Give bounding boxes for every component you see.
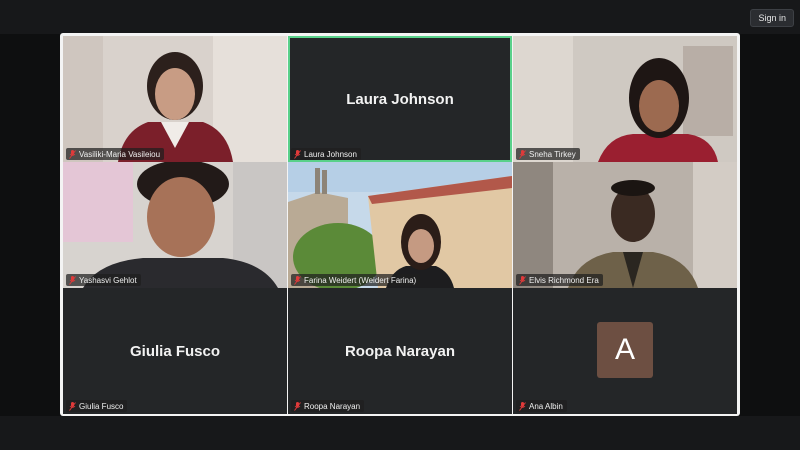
participant-name-display: Laura Johnson xyxy=(346,90,454,108)
participant-label: Laura Johnson xyxy=(291,148,361,160)
muted-mic-icon xyxy=(519,401,526,411)
participant-tile-elvis[interactable]: Elvis Richmond Era xyxy=(513,162,737,288)
participant-tile-farina[interactable]: Farina Weidert (Weidert Farina) xyxy=(288,162,512,288)
participant-label: Yashasvi Gehlot xyxy=(66,274,141,286)
participant-label: Elvis Richmond Era xyxy=(516,274,603,286)
participant-name-display: Giulia Fusco xyxy=(129,342,220,360)
participant-tile-sneha[interactable]: Sneha Tirkey xyxy=(513,36,737,162)
muted-mic-icon xyxy=(519,275,526,285)
muted-mic-icon xyxy=(294,149,301,159)
top-bar: Sign in xyxy=(0,0,800,34)
participant-label: Giulia Fusco xyxy=(66,400,128,412)
muted-mic-icon xyxy=(69,149,76,159)
participant-name: Sneha Tirkey xyxy=(529,149,576,159)
participant-video xyxy=(288,162,512,288)
muted-mic-icon xyxy=(69,401,76,411)
muted-mic-icon xyxy=(519,149,526,159)
participant-name: Roopa Narayan xyxy=(304,401,361,411)
participant-tile-laura[interactable]: Laura Johnson Laura Johnson xyxy=(288,36,512,162)
muted-mic-icon xyxy=(294,401,301,411)
participant-video xyxy=(63,36,287,162)
participant-tile-giulia[interactable]: Giulia Fusco Giulia Fusco xyxy=(63,288,287,414)
participant-name: Laura Johnson xyxy=(304,149,357,159)
muted-mic-icon xyxy=(69,275,76,285)
participant-tile-roopa[interactable]: Roopa Narayan Roopa Narayan xyxy=(288,288,512,414)
avatar: A xyxy=(597,322,653,378)
participant-video xyxy=(63,162,287,288)
participant-name-display: Roopa Narayan xyxy=(344,342,456,360)
participant-tile-vasiliki[interactable]: Vasiliki-Maria Vasileiou xyxy=(63,36,287,162)
participant-video xyxy=(513,36,737,162)
participant-name: Elvis Richmond Era xyxy=(529,275,599,285)
sign-in-button[interactable]: Sign in xyxy=(750,9,794,27)
participant-video xyxy=(513,162,737,288)
video-gallery: Vasiliki-Maria Vasileiou Laura Johnson L… xyxy=(60,33,740,416)
participant-name: Vasiliki-Maria Vasileiou xyxy=(79,149,161,159)
participant-name: Yashasvi Gehlot xyxy=(79,275,137,285)
muted-mic-icon xyxy=(294,275,301,285)
participant-name: Giulia Fusco xyxy=(79,401,124,411)
participant-label: Roopa Narayan xyxy=(291,400,365,412)
bottom-bar xyxy=(0,416,800,450)
participant-name: Farina Weidert (Weidert Farina) xyxy=(304,275,417,285)
participant-tile-ana[interactable]: A Ana Albin xyxy=(513,288,737,414)
participant-tile-yashasvi[interactable]: Yashasvi Gehlot xyxy=(63,162,287,288)
participant-label: Sneha Tirkey xyxy=(516,148,580,160)
participant-label: Ana Albin xyxy=(516,400,567,412)
participant-name: Ana Albin xyxy=(529,401,563,411)
participant-label: Farina Weidert (Weidert Farina) xyxy=(291,274,421,286)
participant-label: Vasiliki-Maria Vasileiou xyxy=(66,148,165,160)
